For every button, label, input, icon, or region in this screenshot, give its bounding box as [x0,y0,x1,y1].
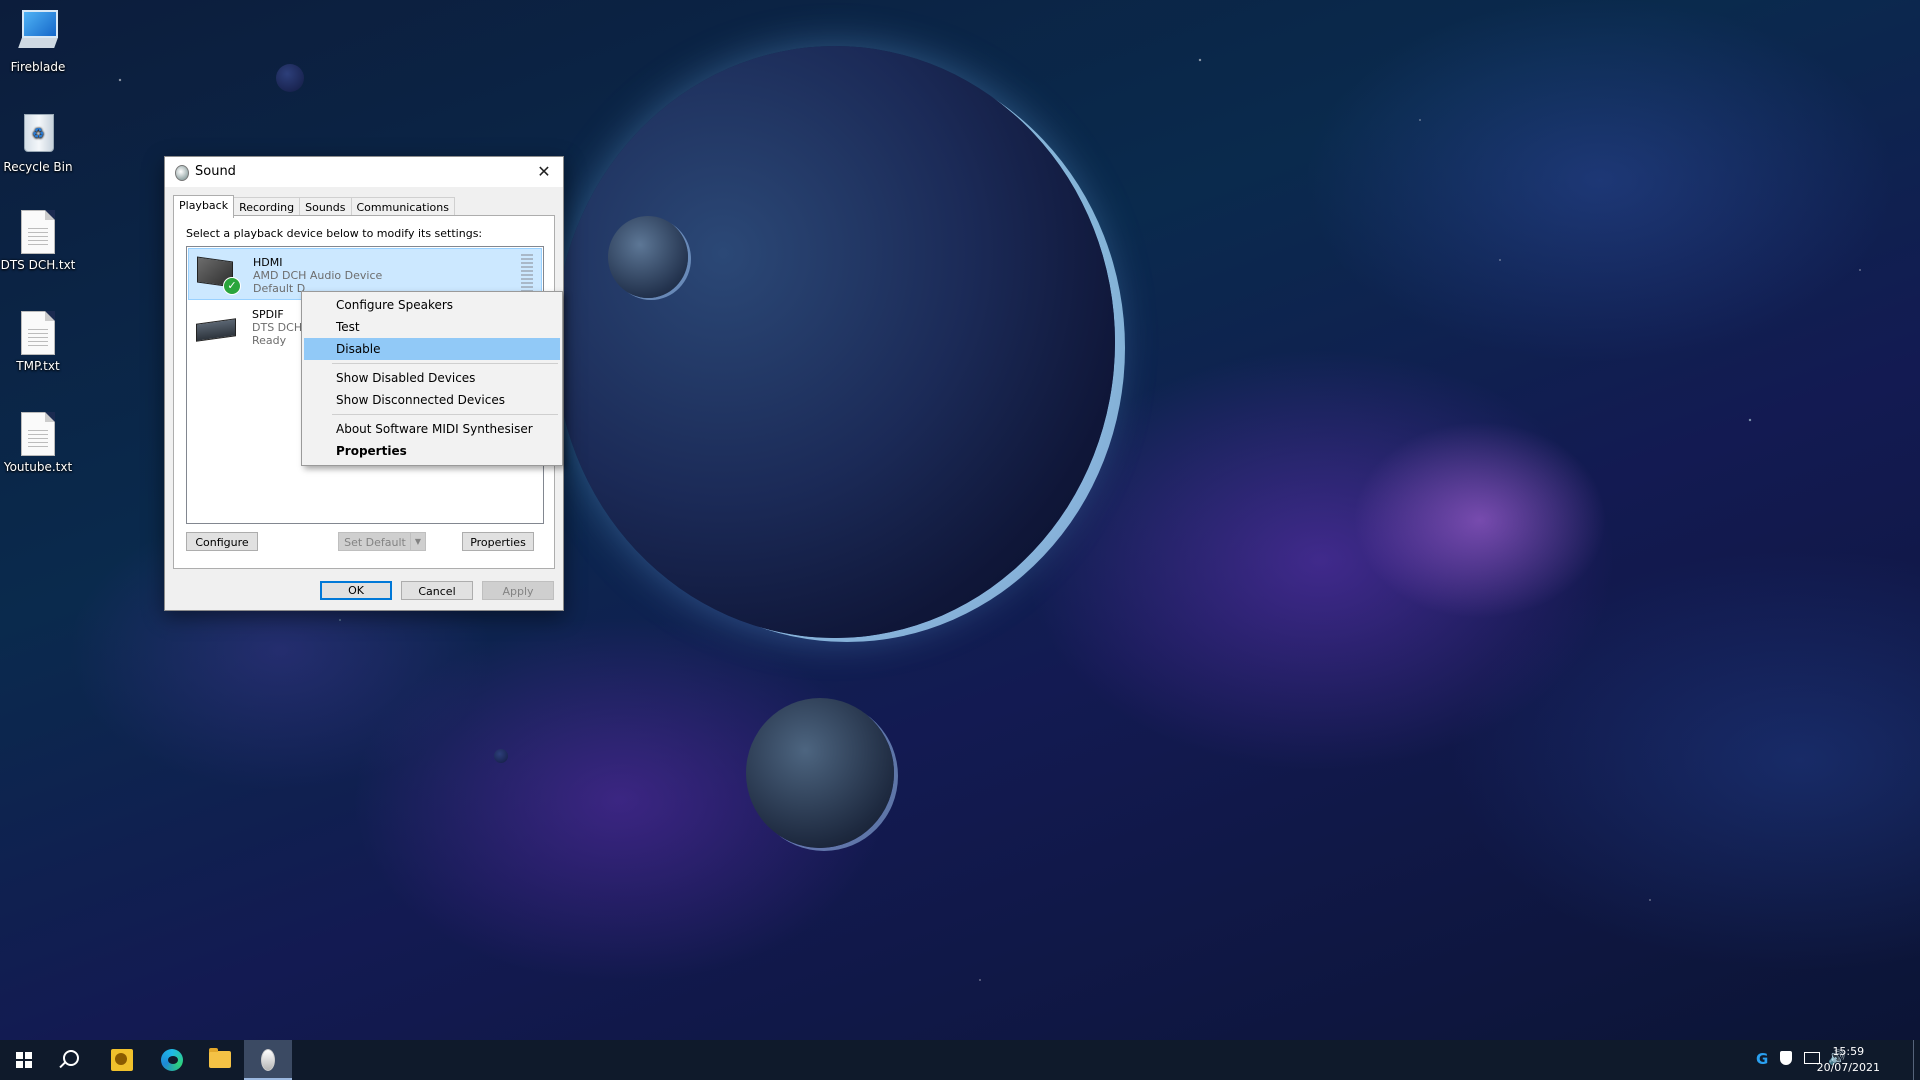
g-app-icon[interactable]: G [1756,1050,1772,1068]
window-title: Sound [195,164,236,179]
desktop-icon-dts-dch-txt[interactable]: DTS DCH.txt [0,210,78,272]
tab-strip: Playback Recording Sounds Communications [173,195,455,218]
menu-item-label: Test [336,320,360,334]
cancel-button[interactable]: Cancel [401,581,473,600]
wallpaper-moon [608,216,688,298]
wallpaper-moon [746,698,894,848]
apply-button[interactable]: Apply [482,581,554,600]
start-button[interactable] [0,1040,48,1080]
device-status: Default D [253,282,306,295]
clock-time: 15:59 [1832,1045,1865,1058]
desktop-icon-youtube-txt[interactable]: Youtube.txt [0,412,78,474]
taskbar-app-sound[interactable] [244,1040,292,1080]
menu-item-test[interactable]: Test [304,316,560,338]
menu-item-disable[interactable]: Disable [304,338,560,360]
text-file-icon [21,412,55,456]
windows-logo-icon [16,1052,32,1068]
tab-playback[interactable]: Playback [173,195,235,218]
defender-icon[interactable] [1780,1051,1796,1067]
edge-icon [161,1049,183,1071]
device-driver: DTS DCH [252,321,303,334]
chevron-down-icon[interactable]: ▼ [410,533,425,550]
show-desktop-button[interactable] [1913,1040,1920,1080]
spdif-device-icon [194,309,236,343]
file-explorer-icon [209,1048,231,1068]
monitor-icon: ✓ [195,256,241,295]
close-button[interactable]: ✕ [525,157,563,187]
menu-item-properties[interactable]: Properties [304,440,560,462]
wallpaper-planet [555,46,1115,638]
set-default-label: Set Default [344,536,406,549]
taskbar-clock[interactable]: 15:59 20/07/2021 [1817,1044,1880,1076]
search-icon [63,1050,79,1066]
menu-item-about-midi-synth[interactable]: About Software MIDI Synthesiser [304,418,560,440]
wallpaper-moon [276,64,304,92]
menu-separator [332,363,558,364]
level-meter [521,254,533,292]
desktop-icon-label: DTS DCH.txt [0,258,76,272]
speaker-icon [175,165,189,181]
desktop-icon-label: TMP.txt [16,359,60,373]
desktop-icon-label: Fireblade [10,60,66,74]
menu-item-label: About Software MIDI Synthesiser [336,422,533,436]
sound-app-icon [261,1049,275,1071]
device-name: HDMI [253,256,283,269]
device-driver: AMD DCH Audio Device [253,269,383,282]
menu-item-label: Properties [336,444,407,458]
taskbar-app-edge[interactable] [148,1040,196,1080]
menu-item-label: Show Disconnected Devices [336,393,505,407]
device-name: SPDIF [252,308,284,321]
configure-button[interactable]: Configure [186,532,258,551]
context-menu: Configure Speakers Test Disable Show Dis… [301,291,563,466]
menu-item-label: Show Disabled Devices [336,371,476,385]
taskbar-app-file-explorer[interactable] [196,1040,244,1080]
menu-separator [332,414,558,415]
default-check-icon: ✓ [223,277,241,295]
text-file-icon [21,311,55,355]
yellow-app-icon [111,1049,133,1071]
menu-item-label: Disable [336,342,381,356]
computer-icon [16,8,60,56]
wallpaper-moon [494,749,508,763]
menu-item-label: Configure Speakers [336,298,454,312]
desktop-icon-label: Youtube.txt [3,460,73,474]
text-file-icon [21,210,55,254]
menu-item-show-disconnected-devices[interactable]: Show Disconnected Devices [304,389,560,411]
recycle-bin-icon: ♻ [16,108,60,156]
search-button[interactable] [48,1040,96,1080]
title-bar[interactable]: Sound ✕ [165,157,563,187]
ok-button[interactable]: OK [320,581,392,600]
desktop-icon-label: Recycle Bin [3,160,73,174]
menu-item-show-disabled-devices[interactable]: Show Disabled Devices [304,367,560,389]
desktop-icon-fireblade[interactable]: Fireblade [0,8,78,74]
clock-date: 20/07/2021 [1816,1061,1880,1074]
desktop-icon-recycle-bin[interactable]: ♻ Recycle Bin [0,108,78,174]
instruction-text: Select a playback device below to modify… [186,227,483,240]
set-default-button[interactable]: Set Default ▼ [338,532,426,551]
taskbar-app-yellow[interactable] [98,1040,146,1080]
device-status: Ready [252,334,287,347]
menu-item-configure-speakers[interactable]: Configure Speakers [304,294,560,316]
properties-button[interactable]: Properties [462,532,534,551]
taskbar: G 🔊 15:59 20/07/2021 [0,1040,1920,1080]
desktop-icon-tmp-txt[interactable]: TMP.txt [0,311,78,373]
